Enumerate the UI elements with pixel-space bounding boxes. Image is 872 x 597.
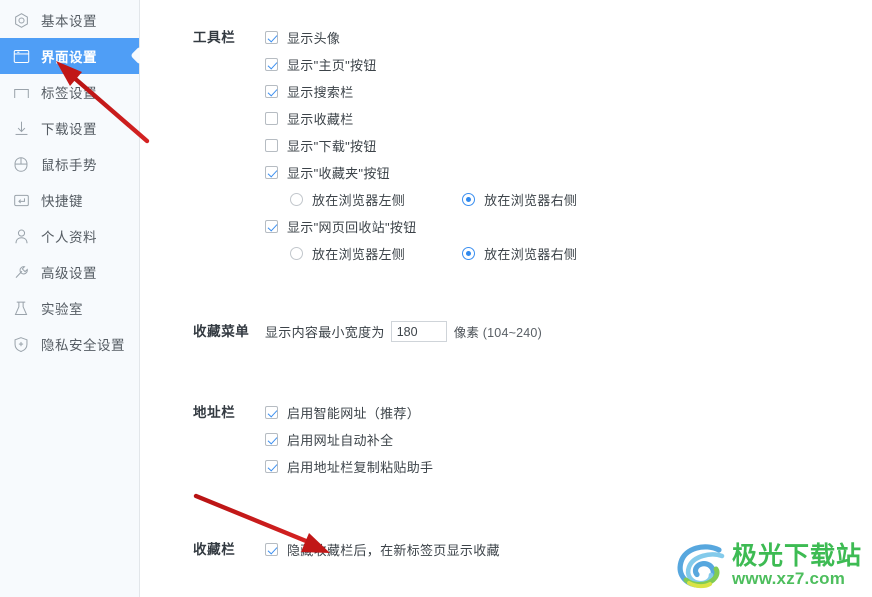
flask-icon [12, 299, 30, 317]
sidebar-item-profile[interactable]: 个人资料 [0, 218, 139, 254]
show-avatar-label: 显示头像 [287, 31, 341, 46]
favorites-right-label: 放在浏览器右侧 [484, 193, 578, 208]
section-favorites-menu: 收藏菜单 显示内容最小宽度为 像素 (104~240) [140, 318, 872, 345]
checkbox-row-show-avatar[interactable]: 显示头像 [265, 24, 872, 51]
tab-icon [12, 83, 30, 101]
show-recycle-button-label: 显示"网页回收站"按钮 [287, 220, 417, 235]
show-download-button-checkbox[interactable] [265, 139, 278, 152]
active-indicator-notch [131, 47, 140, 65]
recycle-button-position-right[interactable]: 放在浏览器右侧 [462, 244, 577, 263]
settings-content: 工具栏 显示头像 显示"主页"按钮 显示搜索栏 显示收藏栏 显示"下载"按钮 显… [140, 0, 872, 597]
wrench-icon [12, 263, 30, 281]
checkbox-row-show-favorites-button[interactable]: 显示"收藏夹"按钮 [265, 159, 872, 186]
hexagon-gear-icon [12, 11, 30, 29]
min-width-unit-label: 像素 [453, 326, 480, 340]
favorites-left-label: 放在浏览器左侧 [312, 193, 406, 208]
recycle-left-radio[interactable] [290, 247, 303, 260]
favorites-right-radio[interactable] [462, 193, 476, 206]
url-autocomplete-checkbox[interactable] [265, 433, 278, 446]
section-toolbar: 工具栏 显示头像 显示"主页"按钮 显示搜索栏 显示收藏栏 显示"下载"按钮 显… [140, 24, 872, 267]
checkbox-row-show-download-button[interactable]: 显示"下载"按钮 [265, 132, 872, 159]
checkbox-row-show-home-button[interactable]: 显示"主页"按钮 [265, 51, 872, 78]
url-autocomplete-label: 启用网址自动补全 [287, 433, 394, 448]
show-favorites-button-checkbox[interactable] [265, 166, 278, 179]
show-search-bar-checkbox[interactable] [265, 85, 278, 98]
section-title-favorites-menu: 收藏菜单 [193, 324, 250, 339]
sidebar-item-label: 实验室 [41, 302, 83, 317]
favorites-button-position-right[interactable]: 放在浏览器右侧 [462, 190, 577, 209]
smart-address-label: 启用智能网址（推荐） [287, 406, 421, 421]
sidebar-item-label: 标签设置 [41, 86, 97, 101]
watermark-url: www.xz7.com [731, 568, 846, 588]
show-avatar-checkbox[interactable] [265, 31, 278, 44]
recycle-right-label: 放在浏览器右侧 [484, 247, 578, 262]
sidebar-item-tab-settings[interactable]: 标签设置 [0, 74, 139, 110]
browser-window-icon [12, 47, 30, 65]
show-home-button-label: 显示"主页"按钮 [287, 58, 377, 73]
settings-sidebar: 基本设置 界面设置 标签设置 下载设置 鼠标手势 快捷键 个人资料 高级设置 实… [0, 0, 140, 597]
sidebar-item-label: 隐私安全设置 [41, 338, 125, 353]
sidebar-item-label: 个人资料 [41, 230, 97, 245]
recycle-button-position-left[interactable]: 放在浏览器左侧 [290, 244, 405, 263]
sidebar-item-label: 基本设置 [41, 14, 97, 29]
download-arrow-icon [12, 119, 30, 137]
show-favorites-bar-checkbox[interactable] [265, 112, 278, 125]
copy-paste-helper-label: 启用地址栏复制粘贴助手 [287, 460, 434, 475]
sidebar-item-label: 下载设置 [41, 122, 97, 137]
show-recycle-button-checkbox[interactable] [265, 220, 278, 233]
sidebar-item-label: 界面设置 [41, 50, 97, 65]
checkbox-row-show-search-bar[interactable]: 显示搜索栏 [265, 78, 872, 105]
watermark-title: 极光下载站 [731, 540, 862, 570]
show-favorites-on-newtab-checkbox[interactable] [265, 543, 278, 556]
favorites-left-radio[interactable] [290, 193, 303, 206]
sidebar-item-basic-settings[interactable]: 基本设置 [0, 2, 139, 38]
sidebar-item-label: 高级设置 [41, 266, 97, 281]
sidebar-item-label: 快捷键 [41, 194, 83, 209]
section-title-favorites-bar: 收藏栏 [193, 542, 236, 557]
recycle-left-label: 放在浏览器左侧 [312, 247, 406, 262]
min-width-input[interactable] [390, 321, 447, 342]
sidebar-item-label: 鼠标手势 [41, 158, 97, 173]
show-home-button-checkbox[interactable] [265, 58, 278, 71]
section-address-bar: 地址栏 启用智能网址（推荐） 启用网址自动补全 启用地址栏复制粘贴助手 [140, 399, 872, 480]
checkbox-row-url-autocomplete[interactable]: 启用网址自动补全 [265, 426, 872, 453]
watermark: 极光下载站 www.xz7.com [675, 539, 862, 591]
min-width-row: 显示内容最小宽度为 像素 (104~240) [265, 318, 872, 345]
person-icon [12, 227, 30, 245]
favorites-button-position-group: 放在浏览器左侧 放在浏览器右侧 [265, 186, 872, 213]
settings-window: 基本设置 界面设置 标签设置 下载设置 鼠标手势 快捷键 个人资料 高级设置 实… [0, 0, 872, 597]
sidebar-item-advanced-settings[interactable]: 高级设置 [0, 254, 139, 290]
checkbox-row-smart-address[interactable]: 启用智能网址（推荐） [265, 399, 872, 426]
smart-address-checkbox[interactable] [265, 406, 278, 419]
show-search-bar-label: 显示搜索栏 [287, 85, 354, 100]
min-width-prefix-label: 显示内容最小宽度为 [265, 325, 385, 340]
shield-plus-icon [12, 335, 30, 353]
keyboard-key-icon [12, 191, 30, 209]
show-download-button-label: 显示"下载"按钮 [287, 139, 377, 154]
favorites-button-position-left[interactable]: 放在浏览器左侧 [290, 190, 405, 209]
checkbox-row-show-recycle-button[interactable]: 显示"网页回收站"按钮 [265, 213, 872, 240]
sidebar-item-privacy-security[interactable]: 隐私安全设置 [0, 326, 139, 362]
mouse-icon [12, 155, 30, 173]
recycle-right-radio[interactable] [462, 247, 476, 260]
copy-paste-helper-checkbox[interactable] [265, 460, 278, 473]
show-favorites-bar-label: 显示收藏栏 [287, 112, 354, 127]
show-favorites-button-label: 显示"收藏夹"按钮 [287, 166, 390, 181]
show-favorites-on-newtab-label: 隐藏收藏栏后，在新标签页显示收藏 [287, 543, 500, 558]
sidebar-item-shortcuts[interactable]: 快捷键 [0, 182, 139, 218]
sidebar-item-interface-settings[interactable]: 界面设置 [0, 38, 139, 74]
aurora-swirl-logo-icon [677, 544, 725, 589]
section-title-address-bar: 地址栏 [193, 405, 236, 420]
min-width-range-label: (104~240) [482, 326, 542, 340]
sidebar-item-download-settings[interactable]: 下载设置 [0, 110, 139, 146]
recycle-button-position-group: 放在浏览器左侧 放在浏览器右侧 [265, 240, 872, 267]
sidebar-item-mouse-gestures[interactable]: 鼠标手势 [0, 146, 139, 182]
sidebar-item-lab[interactable]: 实验室 [0, 290, 139, 326]
checkbox-row-copy-paste-helper[interactable]: 启用地址栏复制粘贴助手 [265, 453, 872, 480]
section-title-toolbar: 工具栏 [193, 30, 236, 45]
checkbox-row-show-favorites-bar[interactable]: 显示收藏栏 [265, 105, 872, 132]
